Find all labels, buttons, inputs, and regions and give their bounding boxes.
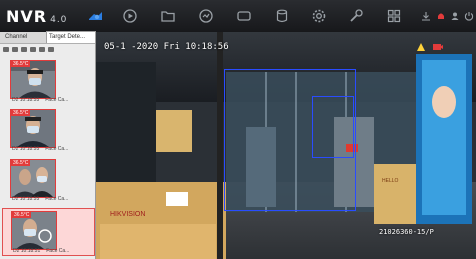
svg-text:HIKVISION: HIKVISION [110, 211, 145, 218]
list-item[interactable]: 36.5°C D2 10:18:55 Face Ca... [2, 58, 93, 104]
capture-time: D2 10:18:51 [13, 248, 41, 254]
temperature-badge: 36.5°C [11, 110, 31, 116]
files-icon[interactable] [160, 8, 176, 24]
face-capture-thumbnail: 36.5°C [10, 109, 56, 148]
refresh-icon[interactable] [30, 46, 36, 52]
temperature-badge: 36.5°C [11, 160, 31, 166]
smart-analysis-icon[interactable] [198, 8, 214, 24]
capture-time: D2 10:18:55 [12, 196, 40, 202]
capture-meta: D2 10:18:55 Face Ca... [12, 146, 68, 152]
capture-meta: D2 10:18:51 Face Ca... [13, 248, 69, 254]
panel-tabs: Channel Target Dete... [0, 31, 96, 44]
alert-icon [417, 43, 425, 51]
capture-time: D2 10:18:55 [12, 146, 40, 152]
power-icon[interactable] [464, 11, 474, 21]
alarm-icon[interactable] [436, 11, 446, 21]
app-logo: NVR 4.0 [6, 7, 67, 26]
display-sign-text: HELLO [382, 178, 399, 184]
list-item-selected[interactable]: 36.5°C D2 10:18:51 Face Ca... [2, 208, 95, 256]
settings-icon[interactable] [311, 8, 327, 24]
maintenance-icon[interactable] [348, 8, 364, 24]
body-detection-box [312, 96, 354, 158]
tab-channel[interactable]: Channel [3, 32, 47, 43]
osd-datetime: 05-1 -2020 Fri 10:18:56 [104, 42, 229, 52]
capture-type: Face Ca... [45, 146, 69, 152]
filter-icon[interactable] [3, 46, 9, 52]
account-icon[interactable] [450, 11, 460, 21]
face-capture-thumbnail: 36.5°C [11, 211, 57, 250]
playback-icon[interactable] [122, 8, 138, 24]
app-version: 4.0 [50, 15, 68, 25]
clear-icon[interactable] [48, 46, 54, 52]
temperature-badge: 36.5°C [11, 61, 31, 67]
list-item[interactable]: 36.5°C D2 10:18:55 Face Ca... [2, 157, 93, 203]
capture-meta: D2 10:18:55 Face Ca... [12, 196, 68, 202]
camera-record-icon [433, 44, 443, 50]
app-name: NVR [6, 7, 48, 26]
panel-toolbar [0, 44, 98, 54]
pause-icon[interactable] [39, 46, 45, 52]
live-video-view[interactable]: HIKVISION 05-1 -2020 Fri 10:18:56 210263… [96, 32, 476, 259]
face-capture-thumbnail: 36.5°C [10, 159, 56, 198]
list-item[interactable]: 36.5°C D2 10:18:55 Face Ca... [2, 107, 93, 153]
storage-icon[interactable] [274, 8, 290, 24]
layout-icon[interactable] [386, 8, 402, 24]
display-icon[interactable] [236, 8, 252, 24]
export-icon[interactable] [21, 46, 27, 52]
target-detection-panel: Channel Target Dete... 36.5°C D2 10:18:5… [0, 31, 98, 259]
capture-meta: D2 10:18:55 Face Ca... [12, 97, 68, 103]
list-view-icon[interactable] [12, 46, 18, 52]
live-view-icon[interactable] [87, 8, 103, 24]
capture-type: Face Ca... [45, 196, 69, 202]
capture-type: Face Ca... [45, 97, 69, 103]
top-navigation-bar: NVR 4.0 [0, 0, 476, 33]
capture-time: D2 10:18:55 [12, 97, 40, 103]
tab-target-detection[interactable]: Target Dete... [46, 31, 96, 43]
download-icon[interactable] [421, 11, 431, 21]
osd-camera-id: 21026360-15/P [379, 228, 434, 236]
capture-type: Face Ca... [46, 248, 70, 254]
temperature-badge: 36.5°C [12, 212, 32, 218]
face-capture-thumbnail: 36.5°C [10, 60, 56, 99]
